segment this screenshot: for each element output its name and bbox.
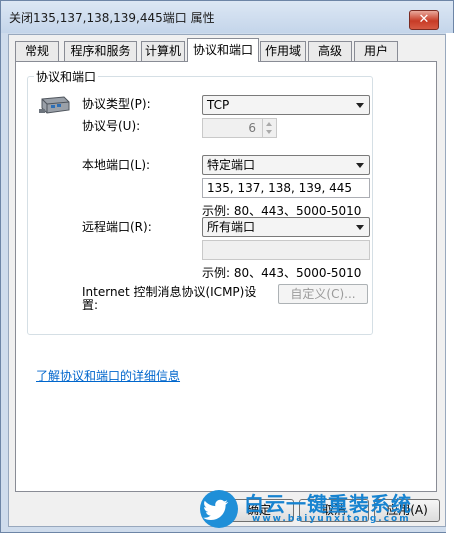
- tab-computers[interactable]: 计算机: [141, 41, 185, 61]
- close-button[interactable]: ✕: [409, 10, 439, 30]
- local-port-value: 特定端口: [207, 158, 256, 172]
- remote-port-value: 所有端口: [207, 220, 256, 234]
- protocols-ports-panel: 协议和端口 协议类型(P): TCP 协议号(U): 6 本地端口(L): 特定…: [15, 61, 437, 492]
- chevron-down-icon: [356, 163, 364, 168]
- tab-advanced[interactable]: 高级: [308, 41, 352, 61]
- tab-programs-services[interactable]: 程序和服务: [64, 41, 137, 61]
- title-bar[interactable]: 关闭135,137,138,139,445端口 属性 ✕: [1, 1, 453, 33]
- protocol-type-label: 协议类型(P):: [82, 97, 151, 111]
- arrow-down-icon: [266, 130, 272, 134]
- icmp-settings-label: Internet 控制消息协议(ICMP)设: [82, 285, 257, 299]
- watermark-text: 白云一键重装系统: [244, 492, 412, 516]
- properties-window: 关闭135,137,138,139,445端口 属性 ✕ 常规 程序和服务 计算…: [0, 0, 454, 533]
- watermark: 白云一键重装系统 www.baiyunxitong.com: [200, 487, 454, 533]
- protocols-ports-group: 协议和端口 协议类型(P): TCP 协议号(U): 6 本地端口(L): 特定…: [27, 68, 373, 335]
- customize-button[interactable]: 自定义(C)...: [278, 284, 368, 304]
- tab-protocols-ports[interactable]: 协议和端口: [187, 38, 259, 62]
- network-adapter-icon: [39, 96, 70, 114]
- local-port-input[interactable]: 135, 137, 138, 139, 445: [202, 178, 370, 198]
- protocol-number-stepper[interactable]: 6: [202, 118, 277, 138]
- local-port-select[interactable]: 特定端口: [202, 155, 370, 175]
- window-title: 关闭135,137,138,139,445端口 属性: [9, 11, 215, 25]
- watermark-url: www.baiyunxitong.com: [252, 514, 411, 524]
- remote-port-input[interactable]: [202, 240, 370, 260]
- twitter-bird-icon: [200, 490, 238, 528]
- protocol-number-label: 协议号(U):: [82, 119, 141, 133]
- tab-scope[interactable]: 作用域: [260, 41, 306, 61]
- chevron-down-icon: [356, 103, 364, 108]
- learn-more-link[interactable]: 了解协议和端口的详细信息: [36, 367, 180, 384]
- protocol-type-select[interactable]: TCP: [202, 95, 370, 115]
- remote-port-select[interactable]: 所有端口: [202, 217, 370, 237]
- stepper-buttons[interactable]: [262, 119, 276, 137]
- remote-port-example: 示例: 80、443、5000-5010: [202, 266, 362, 280]
- group-title: 协议和端口: [34, 68, 99, 85]
- background-strip: [446, 33, 454, 533]
- icmp-settings-label-cont: 置:: [82, 298, 99, 312]
- protocol-number-value: 6: [248, 121, 256, 135]
- local-port-label: 本地端口(L):: [82, 158, 151, 172]
- protocol-type-value: TCP: [207, 98, 230, 112]
- remote-port-label: 远程端口(R):: [82, 220, 152, 234]
- chevron-down-icon: [356, 225, 364, 230]
- tab-general[interactable]: 常规: [15, 41, 59, 61]
- arrow-up-icon: [266, 122, 272, 126]
- dialog-client: 常规 程序和服务 计算机 协议和端口 作用域 高级 用户 协议和端口 协议类型(…: [8, 34, 446, 527]
- tab-users[interactable]: 用户: [354, 41, 398, 61]
